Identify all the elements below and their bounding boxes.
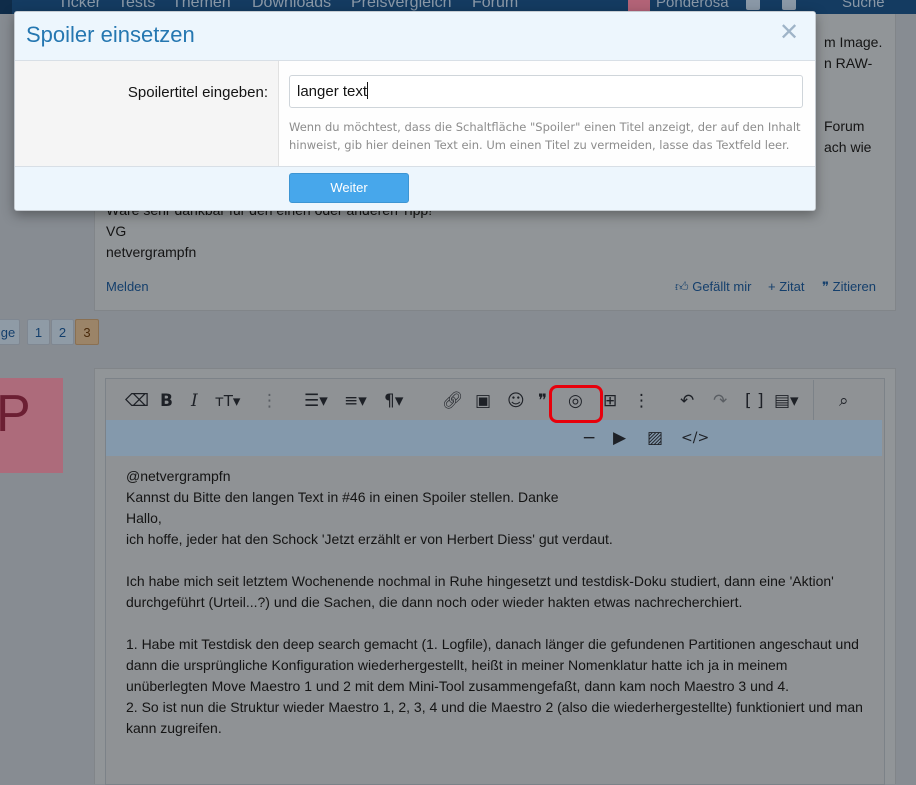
search-link[interactable]: Suche (842, 0, 885, 11)
editor-toolbar-secondary (106, 420, 882, 456)
preview-icon[interactable]: ⌕ (839, 391, 849, 411)
editor-paragraph: 1. Habe mit Testdisk den deep search gem… (126, 636, 859, 694)
more-icon[interactable]: ⋮ (633, 391, 650, 411)
pagination-page-current[interactable]: 3 (75, 319, 99, 345)
drafts-icon[interactable]: ▤▾ (774, 391, 799, 411)
thumbs-up-icon: 👍︎ (675, 279, 689, 294)
smiley-icon[interactable]: ☺ (507, 391, 525, 411)
editor-paragraph: Hallo, (126, 510, 162, 526)
eraser-icon[interactable]: ⌫ (125, 391, 149, 411)
dialog-label-column: Spoilertitel eingeben: (15, 61, 279, 166)
spoiler-dialog: Spoiler einsetzen ✕ Spoilertitel eingebe… (14, 11, 816, 211)
multiquote-button[interactable]: + Zitat (768, 279, 805, 294)
spoiler-title-input[interactable]: langer text (289, 75, 803, 108)
undo-icon[interactable]: ↶ (680, 391, 694, 411)
editor-paragraph: ich hoffe, jeder hat den Schock 'Jetzt e… (126, 531, 613, 547)
editor-paragraph: 2. So ist nun die Struktur wieder Maestr… (126, 699, 863, 736)
post-text-line: VG (106, 223, 127, 239)
more-vertical-icon[interactable]: ⋮ (261, 391, 278, 411)
user-name[interactable]: Ponderosa (656, 0, 729, 11)
dialog-header: Spoiler einsetzen ✕ (15, 12, 815, 61)
like-button[interactable]: 👍︎ Gefällt mir (675, 279, 751, 295)
avatar[interactable]: P (0, 378, 63, 473)
list-icon[interactable]: ☰▾ (304, 391, 328, 411)
quote-icon: ❞ (822, 279, 829, 294)
spoiler-title-hint: Wenn du möchtest, dass die Schaltfläche … (289, 120, 801, 152)
align-icon[interactable]: ≡▾ (344, 391, 367, 411)
editor-paragraph (126, 613, 866, 634)
quote-icon[interactable]: ❞ (538, 391, 547, 411)
post-text-fragment: Forum (824, 118, 865, 134)
paragraph-icon[interactable]: ¶▾ (384, 391, 403, 411)
bbcode-icon[interactable]: [ ] (745, 391, 764, 411)
toolbar-divider (813, 380, 814, 420)
report-link[interactable]: Melden (106, 279, 149, 294)
post-text-fragment: m Image. (824, 34, 883, 50)
editor-paragraph (126, 550, 866, 571)
pagination-page-1[interactable]: 1 (27, 319, 50, 345)
image-icon[interactable]: ▣ (475, 391, 491, 411)
spoiler-icon-highlight (549, 385, 603, 423)
italic-icon[interactable]: I (191, 391, 198, 411)
pagination-page-2[interactable]: 2 (51, 319, 74, 345)
avatar-letter: P (0, 385, 31, 443)
post-text-line: netvergrampfn (106, 244, 197, 260)
bold-icon[interactable]: B (160, 391, 173, 411)
bell-icon[interactable] (782, 0, 796, 10)
spoiler-title-label: Spoilertitel eingeben: (127, 84, 268, 101)
mail-icon[interactable] (746, 0, 760, 10)
quote-button[interactable]: ❞ Zitieren (822, 279, 876, 295)
pagination-prev[interactable]: ge (0, 319, 20, 345)
table-icon[interactable]: ⊞ (603, 391, 617, 411)
media-icon[interactable]: ▶ (613, 428, 626, 448)
code-icon[interactable]: </> (681, 428, 709, 448)
horizontal-line-icon[interactable]: − (582, 428, 596, 448)
editor-paragraph: Ich habe mich seit letztem Wochenende no… (126, 573, 834, 610)
site-logo[interactable] (0, 0, 12, 14)
gallery-icon[interactable]: ▨ (647, 428, 663, 448)
editor-paragraph: @netvergrampfn (126, 468, 231, 484)
editor-paragraph: Kannst du Bitte den langen Text in #46 i… (126, 489, 559, 505)
dialog-footer: Weiter (15, 166, 815, 210)
continue-button[interactable]: Weiter (289, 173, 409, 203)
post-text-fragment: n RAW- (824, 55, 873, 71)
dialog-title: Spoiler einsetzen (26, 22, 195, 47)
text-caret (367, 82, 369, 99)
text-size-icon[interactable]: тT▾ (215, 391, 240, 411)
editor-content[interactable]: @netvergrampfn Kannst du Bitte den lange… (126, 466, 866, 739)
post-text-fragment: ach wie (824, 139, 872, 155)
link-icon[interactable]: 🔗︎ (442, 391, 464, 411)
redo-icon[interactable]: ↷ (713, 391, 727, 411)
close-icon[interactable]: ✕ (779, 18, 799, 46)
